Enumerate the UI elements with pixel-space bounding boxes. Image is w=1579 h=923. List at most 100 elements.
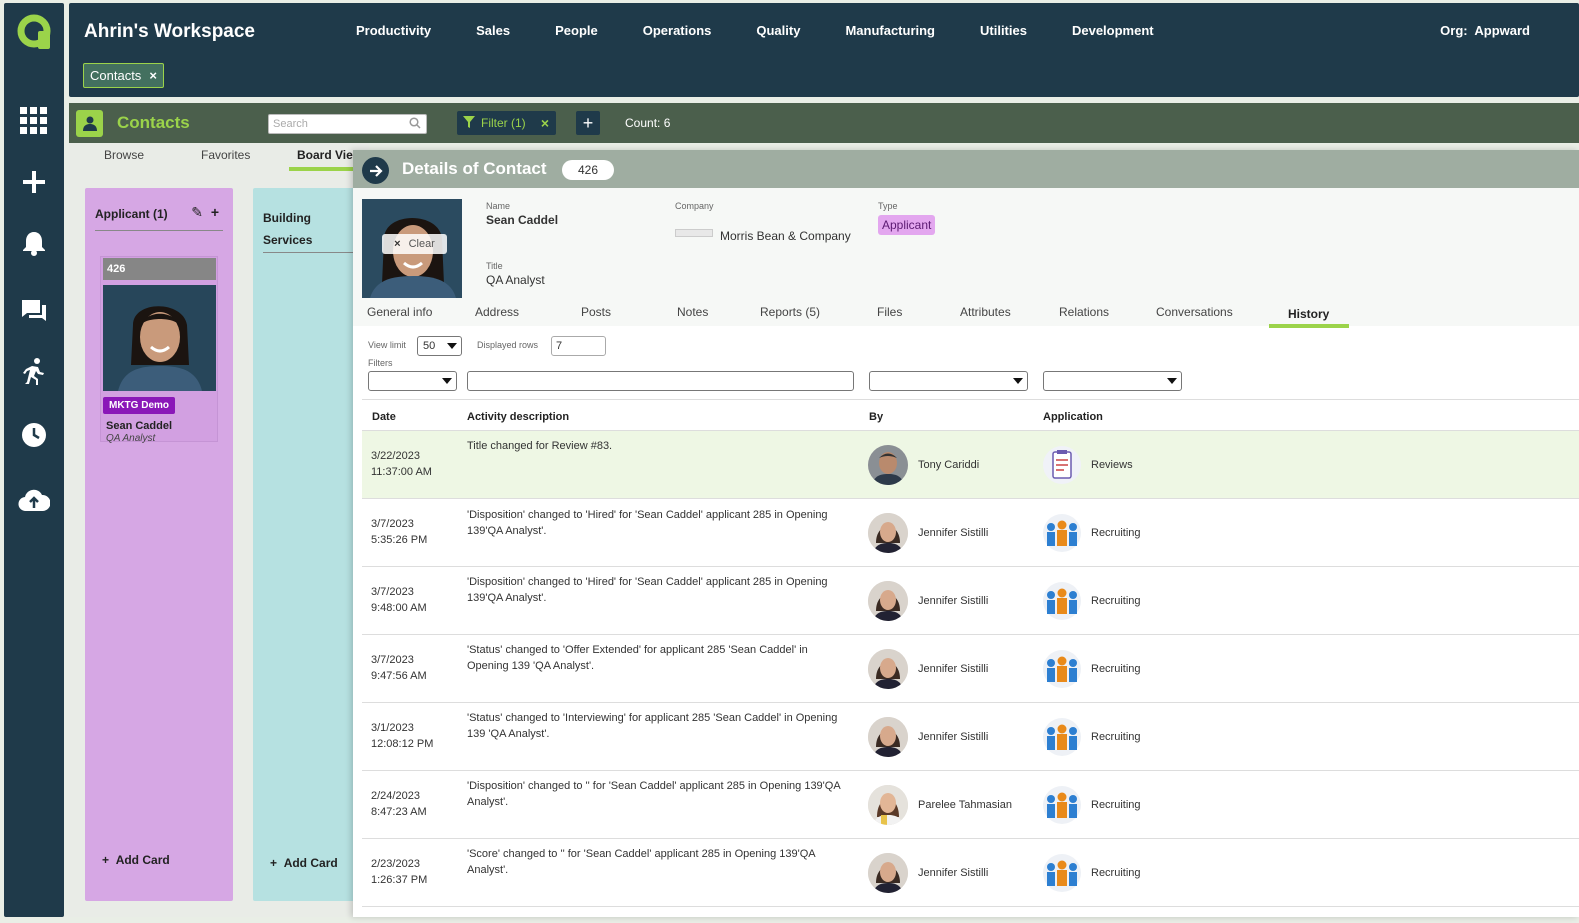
divider	[95, 230, 223, 231]
displayed-rows-input[interactable]: 7	[551, 336, 606, 356]
clear-photo-button[interactable]: × Clear	[382, 234, 447, 254]
date-filter-select[interactable]	[368, 371, 457, 391]
active-tab-indicator	[289, 167, 359, 171]
tab-browse[interactable]: Browse	[104, 148, 144, 162]
table-row[interactable]: 3/7/2023 9:48:00 AM 'Disposition' changed…	[362, 567, 1579, 635]
contact-icon	[76, 110, 103, 137]
date-text: 3/22/2023	[371, 450, 420, 462]
open-app-chip[interactable]: Contacts ×	[83, 63, 164, 88]
tab-relations[interactable]: Relations	[1059, 305, 1109, 319]
nav-utilities[interactable]: Utilities	[980, 23, 1027, 38]
by-filter-select[interactable]	[869, 371, 1028, 391]
row-application[interactable]: Recruiting	[1091, 595, 1141, 607]
add-contact-button[interactable]: +	[576, 111, 600, 135]
collapse-arrow-icon[interactable]	[362, 157, 389, 184]
table-row[interactable]: 3/7/2023 9:47:56 AM 'Status' changed to '…	[362, 635, 1579, 703]
edit-icon[interactable]: ✎	[191, 204, 203, 220]
row-by: Jennifer Sistilli	[918, 663, 989, 675]
row-by: Jennifer Sistilli	[918, 731, 989, 743]
time-text: 9:47:56 AM	[371, 670, 427, 682]
nav-sales[interactable]: Sales	[476, 23, 510, 38]
user-avatar	[868, 513, 908, 553]
nav-productivity[interactable]: Productivity	[356, 23, 431, 38]
table-row[interactable]: 2/23/2023 1:26:37 PM 'Score' changed to '…	[362, 839, 1579, 907]
date-text: 3/7/2023	[371, 586, 414, 598]
chat-icon[interactable]	[18, 295, 50, 327]
filters-label: Filters	[368, 358, 393, 368]
nav-quality[interactable]: Quality	[756, 23, 800, 38]
add-icon[interactable]: +	[211, 204, 219, 220]
application-filter-select[interactable]	[1043, 371, 1182, 391]
time-text: 5:35:26 PM	[371, 534, 428, 546]
col-activity[interactable]: Activity description	[467, 411, 569, 423]
row-by: Tony Cariddi	[918, 459, 980, 471]
company-value[interactable]: Morris Bean & Company	[720, 229, 851, 243]
tab-favorites[interactable]: Favorites	[201, 148, 250, 162]
tab-notes[interactable]: Notes	[677, 305, 708, 319]
time-text: 12:08:12 PM	[371, 738, 434, 750]
user-avatar	[868, 717, 908, 757]
nav-manufacturing[interactable]: Manufacturing	[845, 23, 935, 38]
row-by: Jennifer Sistilli	[918, 867, 989, 879]
left-rail	[4, 3, 64, 917]
nav-development[interactable]: Development	[1072, 23, 1154, 38]
contact-card[interactable]: 426 MKTG Demo Sean Caddel QA Analyst	[100, 256, 218, 444]
col-application[interactable]: Application	[1043, 411, 1103, 423]
column-title-line2: Services	[263, 233, 313, 247]
row-application[interactable]: Recruiting	[1091, 527, 1141, 539]
description-filter-input[interactable]	[467, 371, 854, 391]
card-id: 426	[103, 258, 216, 280]
row-date: 3/7/2023 5:35:26 PM	[371, 516, 427, 548]
col-by[interactable]: By	[869, 411, 883, 423]
add-card-button[interactable]: + Add Card	[270, 856, 338, 870]
plus-icon[interactable]	[18, 166, 50, 198]
displayed-rows-label: Displayed rows	[477, 340, 539, 350]
search-input[interactable]: Search	[268, 114, 427, 134]
chip-label: Contacts	[90, 68, 142, 83]
run-icon[interactable]	[18, 355, 50, 387]
close-icon[interactable]: ×	[149, 68, 157, 83]
row-application[interactable]: Recruiting	[1091, 799, 1141, 811]
col-date[interactable]: Date	[372, 411, 396, 423]
view-limit-select[interactable]: 50	[417, 336, 462, 356]
row-description: 'Status' changed to 'Offer Extended' for…	[467, 644, 808, 672]
tab-address[interactable]: Address	[475, 305, 519, 319]
table-row[interactable]: 3/1/2023 12:08:12 PM 'Status' changed to …	[362, 703, 1579, 771]
tab-history[interactable]: History	[1288, 307, 1329, 321]
tab-reports[interactable]: Reports (5)	[760, 305, 820, 319]
apps-grid-icon[interactable]	[18, 105, 50, 137]
search-icon[interactable]	[409, 117, 421, 132]
row-application[interactable]: Recruiting	[1091, 731, 1141, 743]
add-card-button[interactable]: + Add Card	[102, 853, 170, 867]
tab-files[interactable]: Files	[877, 305, 902, 319]
type-label: Type	[878, 201, 898, 211]
tab-conversations[interactable]: Conversations	[1156, 305, 1233, 319]
table-row[interactable]: 3/7/2023 5:35:26 PM 'Disposition' changed…	[362, 499, 1579, 567]
filter-button[interactable]: Filter (1) ×	[457, 111, 556, 135]
card-title: QA Analyst	[106, 433, 156, 444]
appward-logo[interactable]	[17, 13, 53, 51]
tab-posts[interactable]: Posts	[581, 305, 611, 319]
card-tag: MKTG Demo	[103, 397, 175, 414]
org-indicator[interactable]: Org: Appward	[1440, 23, 1530, 38]
nav-operations[interactable]: Operations	[643, 23, 712, 38]
bell-icon[interactable]	[18, 227, 50, 259]
search-placeholder: Search	[273, 118, 308, 130]
tab-general-info[interactable]: General info	[367, 305, 432, 319]
table-row[interactable]: 2/24/2023 8:47:23 AM 'Disposition' change…	[362, 771, 1579, 839]
type-badge: Applicant	[878, 215, 936, 235]
clear-filter-icon[interactable]: ×	[541, 115, 549, 131]
clock-icon[interactable]	[18, 419, 50, 451]
cloud-upload-icon[interactable]	[18, 485, 50, 517]
add-card-label: Add Card	[115, 853, 170, 867]
column-title: Building Services	[263, 207, 312, 251]
nav-people[interactable]: People	[555, 23, 598, 38]
row-application[interactable]: Reviews	[1091, 459, 1133, 471]
row-application[interactable]: Recruiting	[1091, 867, 1141, 879]
row-description: 'Disposition' changed to 'Hired' for 'Se…	[467, 576, 828, 604]
row-date: 3/7/2023 9:48:00 AM	[371, 584, 427, 616]
table-row[interactable]: 3/22/2023 11:37:00 AM Title changed for R…	[362, 431, 1579, 499]
row-application[interactable]: Recruiting	[1091, 663, 1141, 675]
tab-board-view[interactable]: Board Vie	[297, 148, 353, 162]
tab-attributes[interactable]: Attributes	[960, 305, 1011, 319]
